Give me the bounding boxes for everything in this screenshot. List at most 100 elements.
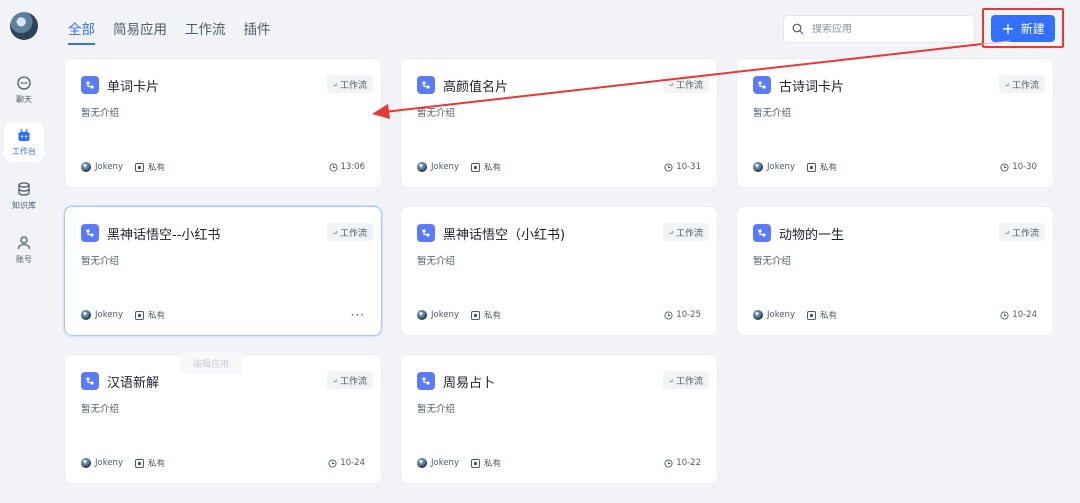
workflow-app-icon <box>417 372 435 390</box>
tab-plugins[interactable]: 插件 <box>244 18 271 45</box>
app-title: 动物的一生 <box>779 228 845 243</box>
app-time-text: 10-31 <box>676 162 701 172</box>
app-updated-time: 10-25 <box>664 310 701 320</box>
app-time-text: 10-25 <box>676 310 701 320</box>
new-app-button[interactable]: + 新建 <box>991 15 1055 42</box>
app-card-footer: Jokeny 私有 10-31 <box>417 160 701 174</box>
app-title: 单词卡片 <box>107 80 160 95</box>
tab-simple-apps[interactable]: 简易应用 <box>113 18 167 45</box>
app-type-label: 工作流 <box>1011 80 1039 91</box>
app-description: 暂无介绍 <box>81 256 120 267</box>
app-privacy: 私有 <box>819 163 837 173</box>
app-type-label: 工作流 <box>1011 228 1039 239</box>
app-updated-time: 13:06 <box>328 162 366 172</box>
app-updated-time: 10-30 <box>1000 162 1037 172</box>
lock-icon <box>470 458 480 468</box>
clock-icon <box>1000 310 1009 320</box>
sidebar-item-chat[interactable]: 聊天 <box>4 70 44 110</box>
workflow-app-icon <box>81 372 99 390</box>
owner-avatar <box>81 162 91 172</box>
category-tabs: 全部 简易应用 工作流 插件 <box>68 18 271 45</box>
search-box <box>783 15 975 43</box>
user-avatar[interactable] <box>10 12 38 40</box>
app-card-footer: Jokeny 私有 10-24 <box>753 308 1037 322</box>
app-type-badge: ⟓ 工作流 <box>326 75 373 93</box>
owner-avatar <box>81 310 91 320</box>
app-card[interactable]: 古诗词卡片 ⟓ 工作流 暂无介绍 Jokeny 私有 10-30 <box>736 58 1054 188</box>
app-type-badge: ⟓ 工作流 <box>662 223 709 241</box>
search-input[interactable] <box>812 23 952 35</box>
app-card[interactable]: 周易占卜 ⟓ 工作流 暂无介绍 Jokeny 私有 10-22 <box>400 354 718 484</box>
app-privacy: 私有 <box>147 459 165 469</box>
app-description: 暂无介绍 <box>753 108 792 119</box>
app-owner: Jokeny <box>767 310 795 320</box>
app-card-footer: Jokeny 私有 13:06 <box>81 160 365 174</box>
app-description: 暂无介绍 <box>417 256 456 267</box>
app-type-badge: ⟓ 工作流 <box>662 75 709 93</box>
sidebar-item-workbench[interactable]: 工作台 <box>4 122 44 162</box>
app-description: 暂无介绍 <box>753 256 792 267</box>
workflow-icon: ⟓ <box>1004 79 1009 89</box>
app-card-footer: Jokeny 私有 10-30 <box>753 160 1037 174</box>
app-time-text: 10-22 <box>676 458 701 468</box>
lock-icon <box>134 310 144 320</box>
workflow-icon: ⟓ <box>332 375 337 385</box>
app-card[interactable]: 黑神话悟空（小红书) ⟓ 工作流 暂无介绍 Jokeny 私有 10-25 <box>400 206 718 336</box>
app-type-label: 工作流 <box>339 228 367 239</box>
app-card-footer: Jokeny 私有 10-25 <box>417 308 701 322</box>
sidebar-item-account[interactable]: 账号 <box>4 230 44 270</box>
clock-icon <box>664 310 673 320</box>
app-owner: Jokeny <box>95 458 123 468</box>
app-card[interactable]: 高颜值名片 ⟓ 工作流 暂无介绍 Jokeny 私有 10-31 <box>400 58 718 188</box>
app-type-badge: ⟓ 工作流 <box>662 371 709 389</box>
app-privacy: 私有 <box>483 311 501 321</box>
owner-avatar <box>417 162 427 172</box>
app-privacy: 私有 <box>147 163 165 173</box>
owner-avatar <box>753 162 763 172</box>
app-time-text: 10-24 <box>1012 310 1037 320</box>
sidebar-item-label: 账号 <box>16 255 32 264</box>
new-button-label: 新建 <box>1020 22 1045 36</box>
app-time-text: 10-30 <box>1012 162 1037 172</box>
lock-icon <box>134 162 144 172</box>
workflow-icon: ⟓ <box>1004 227 1009 237</box>
owner-avatar <box>417 310 427 320</box>
workflow-icon: ⟓ <box>668 227 673 237</box>
app-type-label: 工作流 <box>675 228 703 239</box>
app-owner: Jokeny <box>431 310 459 320</box>
tab-all[interactable]: 全部 <box>68 18 95 45</box>
app-description: 暂无介绍 <box>81 108 120 119</box>
workflow-app-icon <box>753 224 771 242</box>
app-title: 黑神话悟空（小红书) <box>443 228 566 243</box>
workflow-icon: ⟓ <box>668 79 673 89</box>
app-privacy: 私有 <box>147 311 165 321</box>
owner-avatar <box>417 458 427 468</box>
app-privacy: 私有 <box>819 311 837 321</box>
app-card[interactable]: 单词卡片 ⟓ 工作流 暂无介绍 Jokeny 私有 13:06 <box>64 58 382 188</box>
plus-icon: + <box>1001 18 1015 38</box>
app-title: 高颜值名片 <box>443 80 509 95</box>
tab-workflows[interactable]: 工作流 <box>185 18 226 45</box>
app-owner: Jokeny <box>95 162 123 172</box>
app-owner: Jokeny <box>767 162 795 172</box>
app-time-text: 13:06 <box>340 162 366 172</box>
sidebar-item-label: 聊天 <box>16 95 32 104</box>
more-options-button[interactable]: ··· <box>351 308 365 322</box>
edit-app-tooltip: 编辑应用 <box>180 352 242 374</box>
workflow-icon: ⟓ <box>668 375 673 385</box>
app-type-badge: ⟓ 工作流 <box>998 223 1045 241</box>
app-type-label: 工作流 <box>675 376 703 387</box>
search-icon <box>792 23 804 35</box>
app-owner: Jokeny <box>95 310 123 320</box>
user-icon <box>17 236 31 250</box>
sidebar-item-knowledge[interactable]: 知识库 <box>4 176 44 216</box>
clock-icon <box>1000 162 1009 172</box>
app-updated-time: 10-24 <box>1000 310 1037 320</box>
app-card[interactable]: 动物的一生 ⟓ 工作流 暂无介绍 Jokeny 私有 10-24 <box>736 206 1054 336</box>
lock-icon <box>470 310 480 320</box>
app-privacy: 私有 <box>483 459 501 469</box>
app-description: 暂无介绍 <box>417 108 456 119</box>
app-owner: Jokeny <box>431 458 459 468</box>
app-card[interactable]: 黑神话悟空--小红书 ⟓ 工作流 暂无介绍 Jokeny 私有 ··· <box>64 206 382 336</box>
app-card-footer: Jokeny 私有 10-22 <box>417 456 701 470</box>
